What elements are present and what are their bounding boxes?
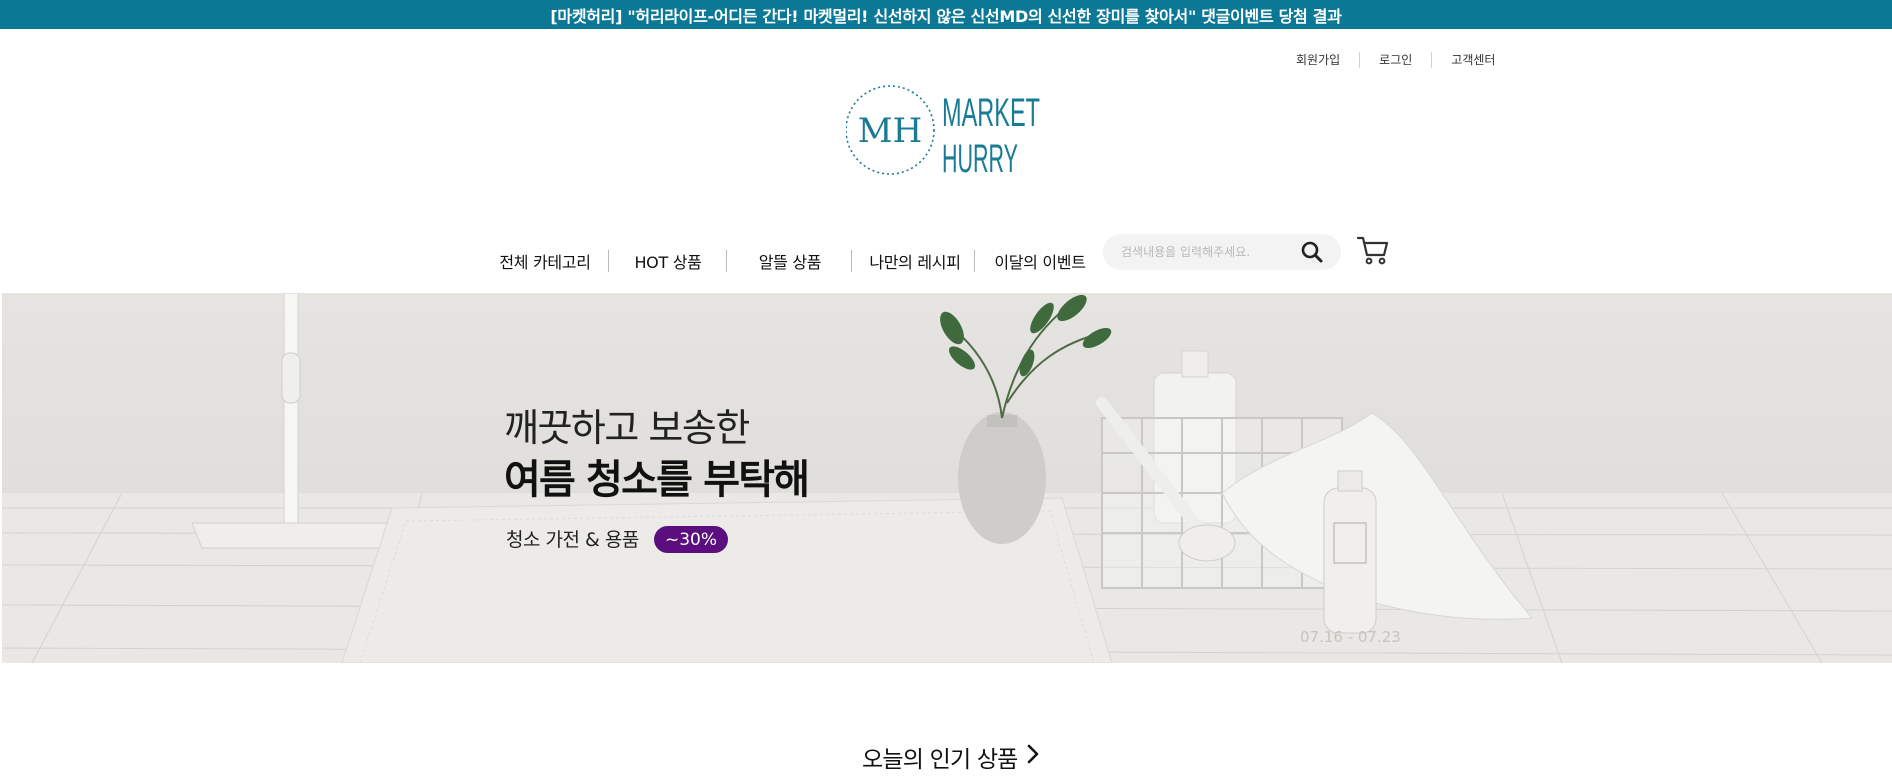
popular-products-label: 오늘의 인기 상품 [862, 747, 1018, 773]
utility-menu: 회원가입 로그인 고객센터 [1290, 52, 1514, 68]
cart-icon [1356, 236, 1389, 265]
nav-item-bargain[interactable]: 알뜰 상품 [740, 236, 840, 286]
market-hurry-logo: MH MARKET HURRY [846, 85, 1040, 178]
popular-products-title[interactable]: 오늘의 인기 상품 [862, 740, 1040, 774]
search-icon [1301, 241, 1323, 263]
banner-subtitle: 청소 가전 & 용품 [506, 529, 639, 551]
banner-date-range: 07.16 - 07.23 [1300, 628, 1401, 646]
chevron-right-icon [1026, 743, 1040, 771]
nav-divider [851, 250, 852, 272]
logo-monogram: MH [858, 111, 922, 151]
nav-item-hot[interactable]: HOT 상품 [618, 236, 718, 286]
nav-item-all-categories[interactable]: 전체 카테고리 [490, 236, 600, 286]
customer-center-link[interactable]: 고객센터 [1432, 52, 1514, 68]
banner-headline-2: 여름 청소를 부탁해 [504, 457, 810, 503]
search-input[interactable] [1121, 234, 1301, 270]
nav-item-recipe[interactable]: 나만의 레시피 [862, 236, 968, 286]
hero-banner[interactable]: 깨끗하고 보송한 여름 청소를 부탁해 청소 가전 & 용품 ~30% 07.1… [2, 293, 1892, 663]
announcement-text[interactable]: [마켓허리] "허리라이프-어디든 간다! 마켓멀리! 신선하지 않은 신선MD… [550, 3, 1341, 27]
banner-illustration [2, 293, 1892, 663]
discount-badge: ~30% [654, 526, 728, 553]
nav-item-event[interactable]: 이달의 이벤트 [984, 236, 1096, 286]
search-button[interactable] [1299, 240, 1325, 264]
nav-divider [974, 250, 975, 272]
login-link[interactable]: 로그인 [1360, 52, 1431, 68]
main-navigation: 전체 카테고리 HOT 상품 알뜰 상품 나만의 레시피 이달의 이벤트 [0, 236, 1892, 286]
announcement-bar[interactable]: [마켓허리] "허리라이프-어디든 간다! 마켓멀리! 신선하지 않은 신선MD… [0, 0, 1892, 29]
nav-divider [726, 250, 727, 272]
cart-button[interactable] [1356, 234, 1390, 266]
logo-line2: HURRY [942, 137, 1018, 178]
nav-divider [608, 250, 609, 272]
signup-link[interactable]: 회원가입 [1290, 52, 1359, 68]
banner-headline-1: 깨끗하고 보송한 [504, 406, 750, 450]
site-logo[interactable]: MH MARKET HURRY [846, 84, 1046, 178]
logo-line1: MARKET [942, 91, 1040, 135]
search-box [1103, 234, 1341, 270]
